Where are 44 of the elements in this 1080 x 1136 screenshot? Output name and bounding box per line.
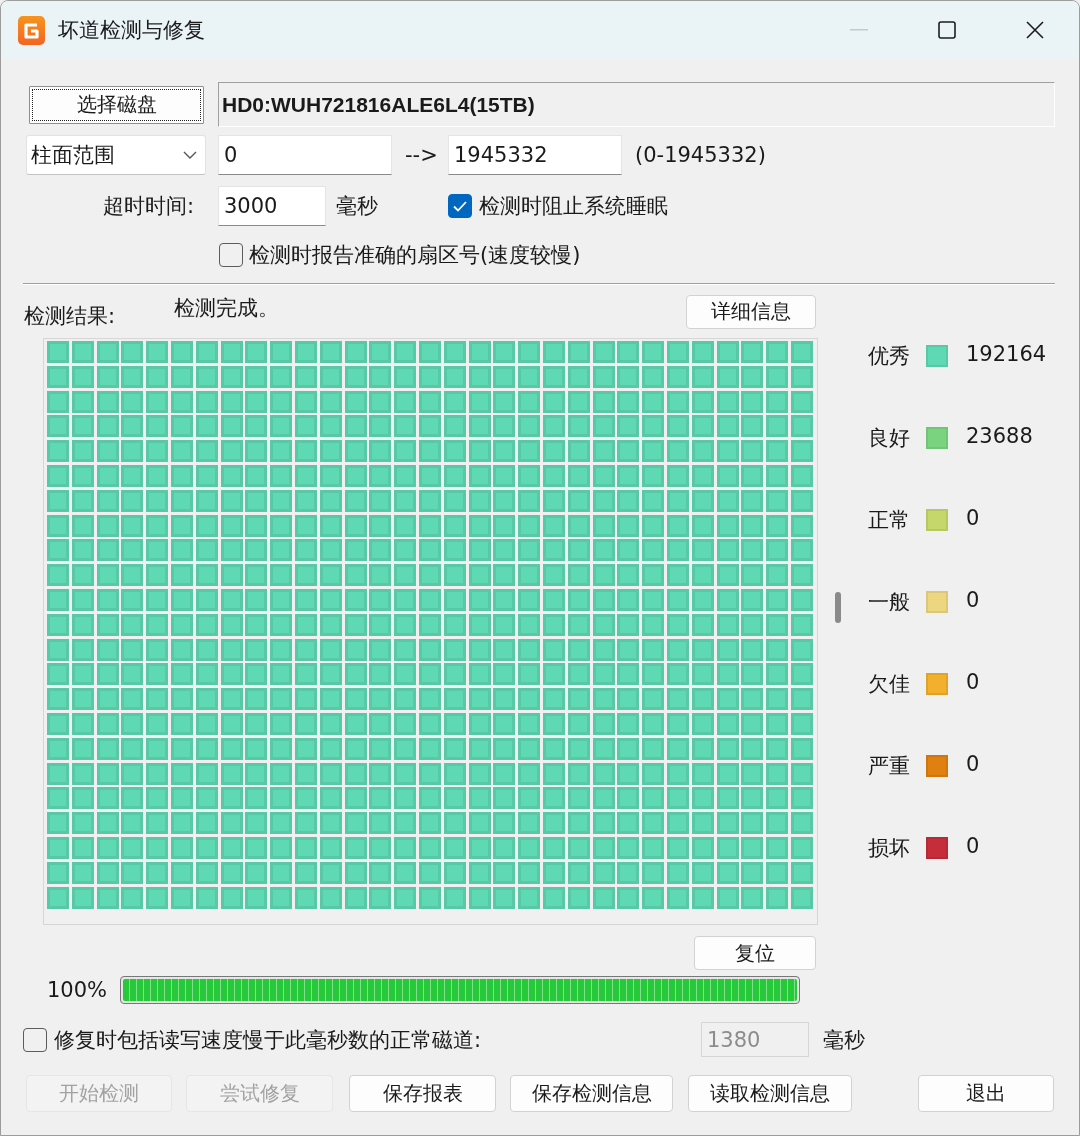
legend-label: 一般: [868, 589, 911, 616]
range-bounds-text: (0-1945332): [635, 143, 766, 167]
result-status-text: 检测完成。: [174, 295, 280, 322]
legend-label: 良好: [868, 425, 911, 452]
progress-percent-text: 100%: [47, 978, 108, 1002]
exact-sector-checkbox[interactable]: [219, 243, 243, 267]
threshold-unit-label: 毫秒: [823, 1026, 865, 1054]
legend-count: 0: [966, 506, 980, 530]
exit-button[interactable]: 退出: [918, 1075, 1054, 1112]
save-report-button[interactable]: 保存报表: [349, 1075, 496, 1112]
load-scan-info-button[interactable]: 读取检测信息: [688, 1075, 852, 1112]
app-logo-icon: [18, 15, 45, 45]
checkbox-label: 检测时报告准确的扇区号(速度较慢): [249, 242, 581, 269]
repair-option-label: 修复时包括读写速度慢于此毫秒数的正常磁道:: [54, 1026, 483, 1054]
legend-count: 0: [966, 752, 980, 776]
window-title: 坏道检测与修复: [58, 17, 205, 44]
legend-count: 192164: [966, 342, 1047, 366]
select-disk-button[interactable]: 选择磁盘: [29, 85, 204, 124]
prevent-sleep-checkbox[interactable]: [448, 194, 472, 218]
range-dropdown[interactable]: 柱面范围: [26, 135, 206, 175]
chevron-down-icon: [183, 151, 197, 159]
range-arrow-text: -->: [405, 143, 439, 167]
legend-label: 严重: [868, 753, 911, 780]
legend-count: 0: [966, 670, 980, 694]
legend-label: 优秀: [868, 343, 911, 370]
timeout-unit-label: 毫秒: [336, 193, 379, 220]
checkbox-label: 检测时阻止系统睡眠: [479, 193, 668, 220]
reset-button[interactable]: 复位: [694, 936, 816, 970]
legend-label: 欠佳: [868, 671, 911, 698]
timeout-label: 超时时间:: [101, 193, 194, 220]
end-cylinder-input[interactable]: 1945332: [448, 135, 622, 175]
legend-count: 0: [966, 588, 980, 612]
legend-label: 正常: [868, 507, 911, 534]
disk-name-field: HD0:WUH721816ALE6L4(15TB): [218, 82, 1055, 127]
legend-count: 0: [966, 834, 980, 858]
checkmark-icon: [453, 200, 467, 212]
scrollbar-thumb[interactable]: [835, 592, 841, 623]
start-cylinder-input[interactable]: 0: [218, 135, 392, 175]
timeout-input[interactable]: 3000: [218, 186, 326, 226]
details-button[interactable]: 详细信息: [686, 294, 816, 329]
legend-count: 23688: [966, 424, 1033, 448]
save-scan-info-button[interactable]: 保存检测信息: [510, 1075, 673, 1112]
legend-label: 损坏: [868, 835, 911, 862]
result-label: 检测结果:: [24, 303, 117, 329]
